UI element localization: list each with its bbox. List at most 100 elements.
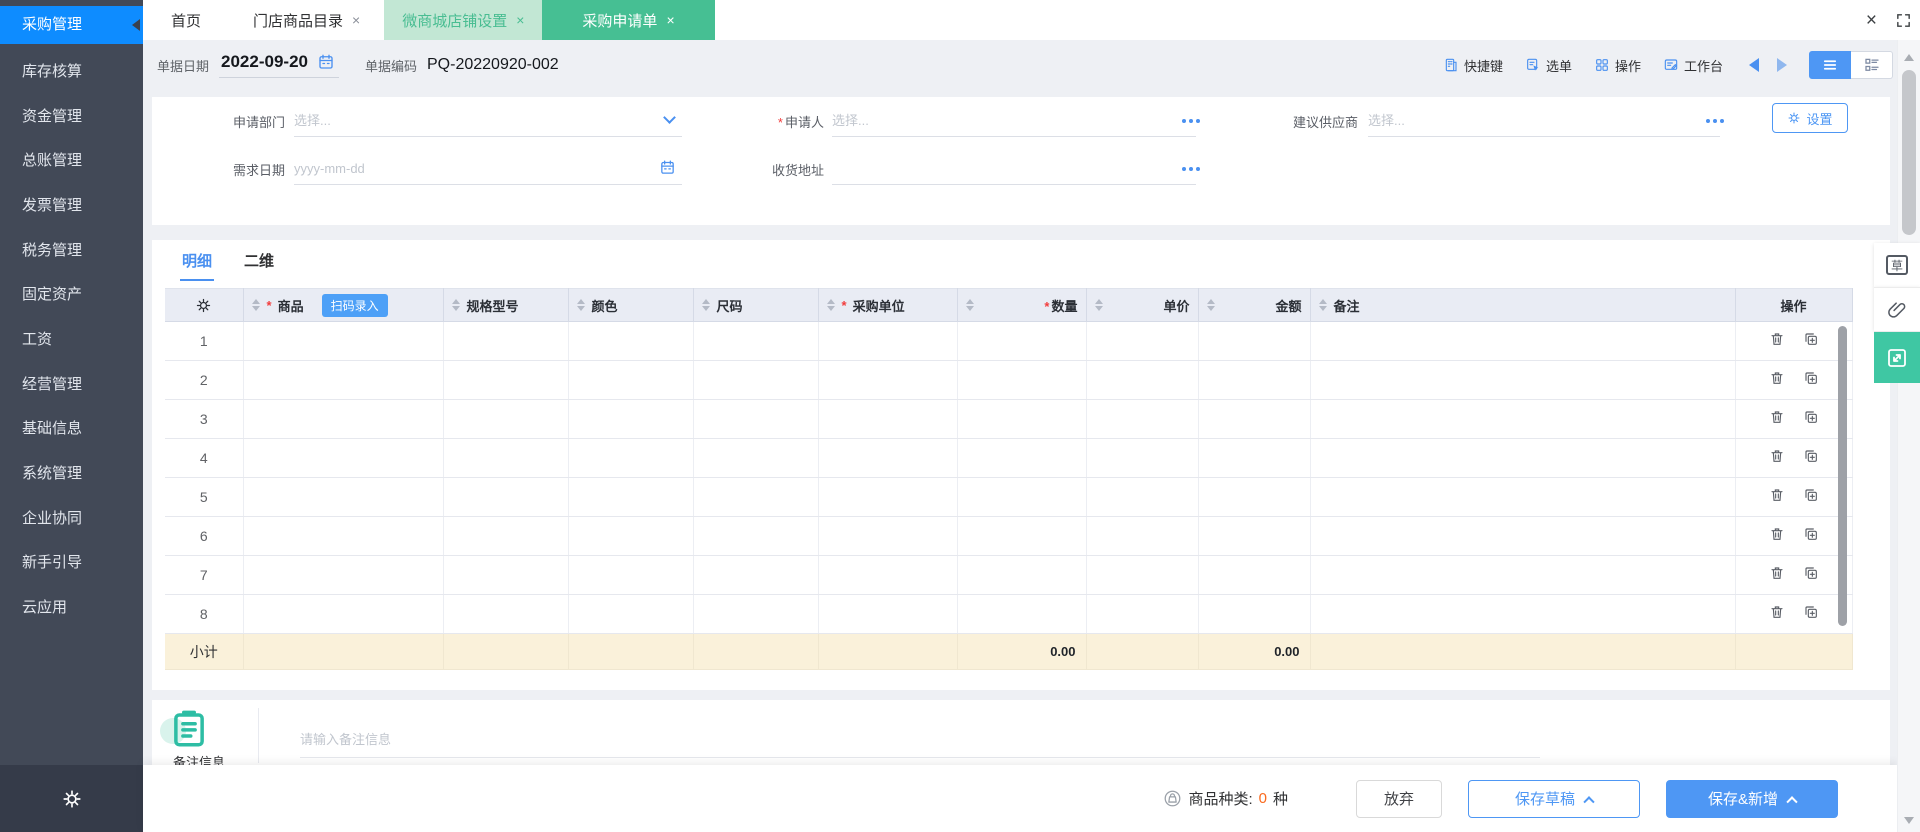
sidebar-item-guide[interactable]: 新手引导 xyxy=(0,540,143,585)
attachment-button[interactable] xyxy=(1874,287,1920,331)
ellipsis-picker-icon[interactable] xyxy=(1706,119,1710,123)
cell[interactable] xyxy=(1086,477,1199,517)
address-field[interactable] xyxy=(832,153,1196,185)
tab-store-catalog[interactable]: 门店商品目录 × xyxy=(229,0,384,40)
cell[interactable] xyxy=(568,321,694,361)
tab-purchase-request[interactable]: 采购申请单 × xyxy=(542,0,715,40)
cell[interactable] xyxy=(818,321,958,361)
cell[interactable] xyxy=(693,360,819,400)
cell[interactable] xyxy=(1086,516,1199,556)
tab-detail[interactable]: 明细 xyxy=(180,250,215,281)
cell[interactable] xyxy=(443,438,569,478)
window-close-icon[interactable]: × xyxy=(1866,11,1877,30)
sidebar-item-collaboration[interactable]: 企业协同 xyxy=(0,495,143,540)
cell[interactable] xyxy=(1310,360,1736,400)
cell[interactable] xyxy=(693,516,819,556)
scrollbar-thumb[interactable] xyxy=(1902,70,1916,235)
cell[interactable] xyxy=(957,516,1087,556)
cell[interactable] xyxy=(957,360,1087,400)
cell[interactable] xyxy=(1198,360,1311,400)
copy-row-icon[interactable] xyxy=(1803,448,1819,464)
sidebar-item-invoice[interactable]: 发票管理 xyxy=(0,182,143,227)
copy-row-icon[interactable] xyxy=(1803,526,1819,542)
cell[interactable] xyxy=(443,321,569,361)
page-scrollbar[interactable] xyxy=(1897,40,1920,832)
cell[interactable] xyxy=(1198,399,1311,439)
cell[interactable] xyxy=(568,516,694,556)
cell[interactable] xyxy=(1086,555,1199,595)
calendar-icon[interactable] xyxy=(659,159,676,181)
sort-carets-icon[interactable] xyxy=(826,299,835,311)
cell[interactable] xyxy=(443,477,569,517)
cell[interactable] xyxy=(568,477,694,517)
applicant-input[interactable] xyxy=(832,105,1196,135)
delete-row-icon[interactable] xyxy=(1769,604,1785,620)
calendar-icon[interactable] xyxy=(317,53,335,71)
sidebar-item-inventory[interactable]: 库存核算 xyxy=(0,48,143,93)
cell[interactable] xyxy=(818,555,958,595)
sidebar-item-cloud-apps[interactable]: 云应用 xyxy=(0,584,143,629)
tab-home[interactable]: 首页 xyxy=(143,0,229,40)
cell[interactable] xyxy=(1086,321,1199,361)
sidebar-item-basic-info[interactable]: 基础信息 xyxy=(0,406,143,451)
delete-row-icon[interactable] xyxy=(1769,487,1785,503)
copy-row-icon[interactable] xyxy=(1803,604,1819,620)
cell[interactable] xyxy=(1198,516,1311,556)
remark-input[interactable] xyxy=(300,722,1540,758)
delete-row-icon[interactable] xyxy=(1769,409,1785,425)
cell[interactable] xyxy=(443,360,569,400)
delete-row-icon[interactable] xyxy=(1769,448,1785,464)
sidebar-item-ledger[interactable]: 总账管理 xyxy=(0,137,143,182)
cell[interactable] xyxy=(818,594,958,634)
ellipsis-picker-icon[interactable] xyxy=(1182,167,1186,171)
cell[interactable] xyxy=(957,594,1087,634)
sidebar-item-fixed-assets[interactable]: 固定资产 xyxy=(0,271,143,316)
copy-row-icon[interactable] xyxy=(1803,487,1819,503)
sort-carets-icon[interactable] xyxy=(1094,299,1103,311)
cell[interactable] xyxy=(1310,555,1736,595)
sort-carets-icon[interactable] xyxy=(576,299,585,311)
sort-carets-icon[interactable] xyxy=(701,299,710,311)
dept-field[interactable] xyxy=(294,105,682,137)
delete-row-icon[interactable] xyxy=(1769,565,1785,581)
cell[interactable] xyxy=(243,594,444,634)
cell[interactable] xyxy=(818,477,958,517)
shortcut-keys-button[interactable]: 快捷键 xyxy=(1443,56,1503,75)
cell[interactable] xyxy=(443,594,569,634)
cell[interactable] xyxy=(957,555,1087,595)
card-view-button[interactable] xyxy=(1851,51,1893,79)
sidebar-item-purchase-active[interactable]: 采购管理 xyxy=(0,6,143,44)
sidebar-item-payroll[interactable]: 工资 xyxy=(0,316,143,361)
collapse-triangle-icon[interactable] xyxy=(132,19,140,31)
fullscreen-icon[interactable] xyxy=(1895,12,1912,29)
cell[interactable] xyxy=(243,477,444,517)
cell[interactable] xyxy=(243,516,444,556)
supplier-field[interactable] xyxy=(1368,105,1720,137)
cell[interactable] xyxy=(693,321,819,361)
delete-row-icon[interactable] xyxy=(1769,331,1785,347)
scroll-up-icon[interactable] xyxy=(1904,54,1914,61)
doc-date-field[interactable]: 2022-09-20 xyxy=(219,52,339,78)
cell[interactable] xyxy=(1198,477,1311,517)
applicant-field[interactable] xyxy=(832,105,1196,137)
pick-order-button[interactable]: 选单 xyxy=(1525,56,1572,75)
cell[interactable] xyxy=(957,321,1087,361)
cell[interactable] xyxy=(243,555,444,595)
cell[interactable] xyxy=(957,438,1087,478)
table-scrollbar[interactable] xyxy=(1838,326,1847,626)
cell[interactable] xyxy=(1310,438,1736,478)
copy-row-icon[interactable] xyxy=(1803,565,1819,581)
copy-row-icon[interactable] xyxy=(1803,331,1819,347)
cell[interactable] xyxy=(1198,594,1311,634)
cell[interactable] xyxy=(957,477,1087,517)
cell[interactable] xyxy=(818,360,958,400)
need-date-input[interactable] xyxy=(294,153,682,183)
cell[interactable] xyxy=(693,399,819,439)
ellipsis-picker-icon[interactable] xyxy=(1182,119,1186,123)
cell[interactable] xyxy=(1310,399,1736,439)
copy-row-icon[interactable] xyxy=(1803,370,1819,386)
prev-arrow-icon[interactable] xyxy=(1749,58,1759,72)
cell[interactable] xyxy=(243,399,444,439)
scan-entry-button[interactable]: 扫码录入 xyxy=(321,293,388,317)
column-settings-button[interactable] xyxy=(165,288,244,322)
